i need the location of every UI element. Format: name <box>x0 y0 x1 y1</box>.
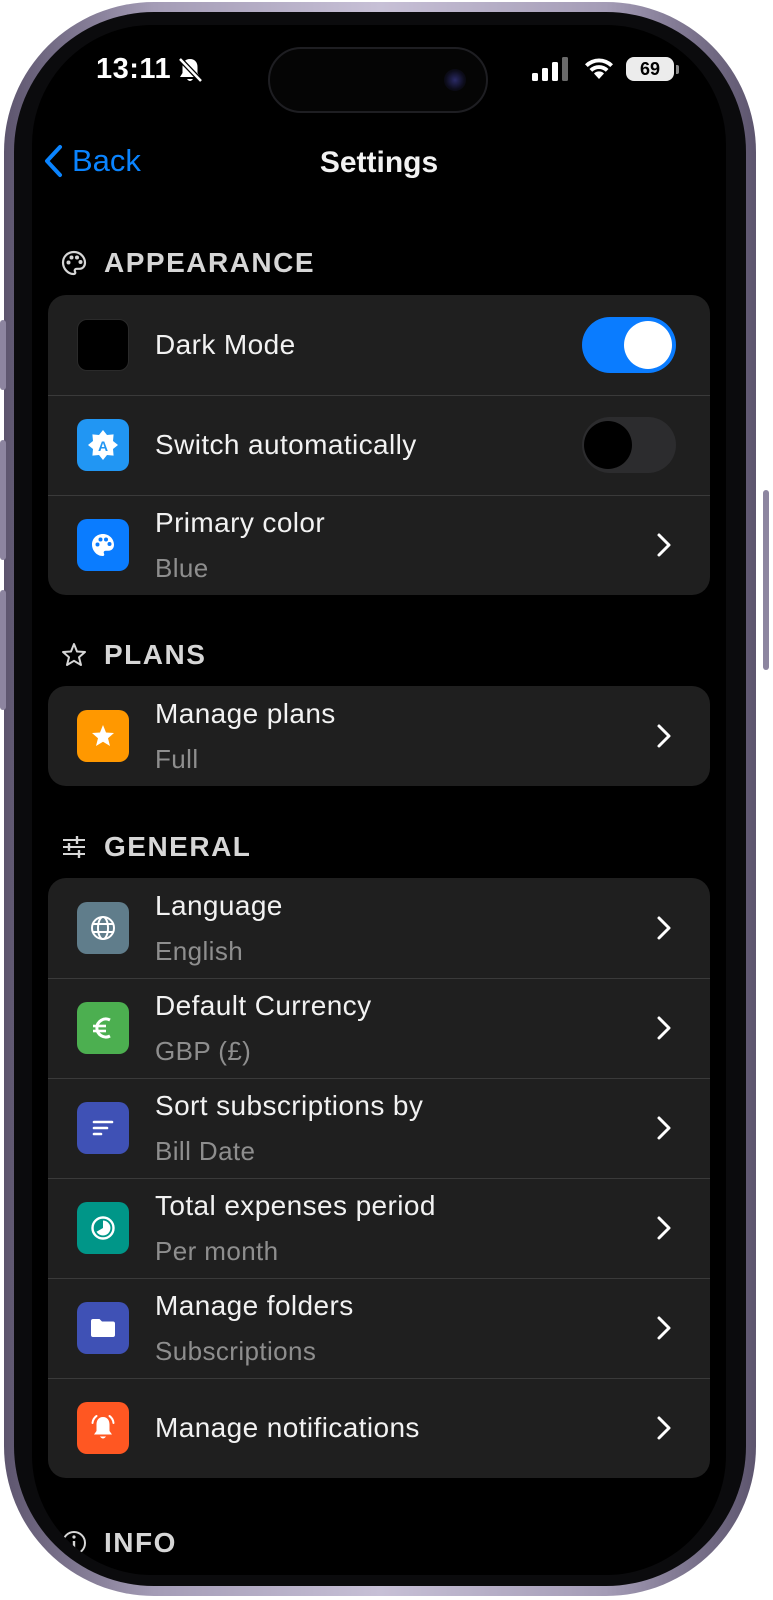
settings-row-switch-automatically[interactable]: A Switch automatically <box>48 395 710 495</box>
settings-row-sort-subscriptions[interactable]: Sort subscriptions by Bill Date <box>48 1078 710 1178</box>
sliders-icon <box>63 836 85 858</box>
star-icon <box>92 725 114 746</box>
action-button <box>0 320 6 390</box>
row-title: Total expenses period <box>155 1190 436 1221</box>
folder-icon <box>91 1319 115 1337</box>
row-title: Primary color <box>155 507 326 538</box>
currency-icon-tile <box>77 1002 129 1054</box>
row-title: Sort subscriptions by <box>155 1090 424 1121</box>
row-title: Manage plans <box>155 698 336 729</box>
chevron-right-icon <box>657 724 671 748</box>
wifi-icon <box>585 58 613 79</box>
switch-auto-icon-tile: A <box>77 419 129 471</box>
chevron-right-icon <box>657 533 671 557</box>
page-title: Settings <box>319 146 439 179</box>
volume-down-button <box>0 590 6 710</box>
primary-color-icon-tile <box>77 519 129 571</box>
sort-icon-tile <box>77 1102 129 1154</box>
chevron-right-icon <box>657 916 671 940</box>
plans-card: Manage plans Full <box>48 686 710 786</box>
toggle-knob <box>584 421 632 469</box>
chevron-right-icon <box>657 1216 671 1240</box>
status-time: 13:11 <box>96 53 172 85</box>
front-camera <box>444 69 466 91</box>
row-subtitle: English <box>155 936 244 966</box>
palette-outline-icon <box>61 250 87 276</box>
dynamic-island <box>268 47 488 113</box>
settings-row-total-expenses-period[interactable]: Total expenses period Per month <box>48 1178 710 1278</box>
chevron-right-icon <box>657 1316 671 1340</box>
settings-row-default-currency[interactable]: Default Currency GBP (£) <box>48 978 710 1078</box>
settings-row-dark-mode[interactable]: Dark Mode <box>48 295 710 395</box>
dark-mode-toggle[interactable] <box>582 317 676 373</box>
palette-icon <box>92 534 114 556</box>
battery-indicator: 69 <box>626 57 674 81</box>
general-card: Language English Default Currency GBP (£… <box>48 878 710 1478</box>
row-title: Manage folders <box>155 1290 354 1321</box>
settings-row-manage-plans[interactable]: Manage plans Full <box>48 686 710 786</box>
row-subtitle: Blue <box>155 553 209 583</box>
section-header-plans: PLANS <box>60 639 206 671</box>
row-subtitle: Per month <box>155 1236 279 1266</box>
section-title: APPEARANCE <box>104 247 316 278</box>
section-title: PLANS <box>104 639 207 670</box>
bell-ring-icon <box>91 1415 115 1439</box>
globe-icon <box>91 916 115 940</box>
volume-up-button <box>0 440 6 560</box>
moon-icon <box>93 335 103 355</box>
star-outline-icon <box>62 643 86 666</box>
section-title: GENERAL <box>104 831 252 862</box>
sort-icon <box>92 1120 114 1136</box>
auto-brightness-icon: A <box>88 430 118 460</box>
plans-icon-tile <box>77 710 129 762</box>
bell-off-icon <box>178 57 203 83</box>
info-outline-icon <box>62 1531 86 1555</box>
section-header-general: GENERAL <box>60 831 251 863</box>
settings-row-manage-notifications[interactable]: Manage notifications <box>48 1378 710 1478</box>
chevron-right-icon <box>657 1016 671 1040</box>
settings-row-manage-folders[interactable]: Manage folders Subscriptions <box>48 1278 710 1378</box>
row-title: Switch automatically <box>155 429 417 460</box>
app-screen: 13:11 69 Back Settings APPEARANCE Dark M… <box>32 25 726 1575</box>
folders-icon-tile <box>77 1302 129 1354</box>
appearance-card: Dark Mode A Switch automatically Primary… <box>48 295 710 595</box>
period-icon-tile <box>77 1202 129 1254</box>
language-icon-tile <box>77 902 129 954</box>
row-subtitle: Full <box>155 744 199 774</box>
settings-row-language[interactable]: Language English <box>48 878 710 978</box>
row-subtitle: GBP (£) <box>155 1036 252 1066</box>
chevron-right-icon <box>657 1116 671 1140</box>
row-title: Dark Mode <box>155 329 296 360</box>
row-title: Language <box>155 890 283 921</box>
euro-icon <box>93 1017 111 1039</box>
settings-row-primary-color[interactable]: Primary color Blue <box>48 495 710 595</box>
section-title: INFO <box>104 1527 177 1558</box>
cellular-signal-icon <box>532 57 568 81</box>
battery-tip <box>676 65 679 74</box>
row-title: Default Currency <box>155 990 372 1021</box>
toggle-knob <box>624 321 672 369</box>
section-header-info: INFO <box>60 1527 177 1559</box>
chevron-right-icon <box>657 1416 671 1440</box>
svg-text:A: A <box>98 438 108 454</box>
notifications-icon-tile <box>77 1402 129 1454</box>
row-title: Manage notifications <box>155 1412 420 1443</box>
dark-mode-icon-tile <box>77 319 129 371</box>
row-subtitle: Bill Date <box>155 1136 256 1166</box>
row-subtitle: Subscriptions <box>155 1336 317 1366</box>
section-header-appearance: APPEARANCE <box>60 247 315 279</box>
power-button <box>763 490 769 670</box>
switch-automatically-toggle[interactable] <box>582 417 676 473</box>
clock-icon <box>91 1216 115 1240</box>
